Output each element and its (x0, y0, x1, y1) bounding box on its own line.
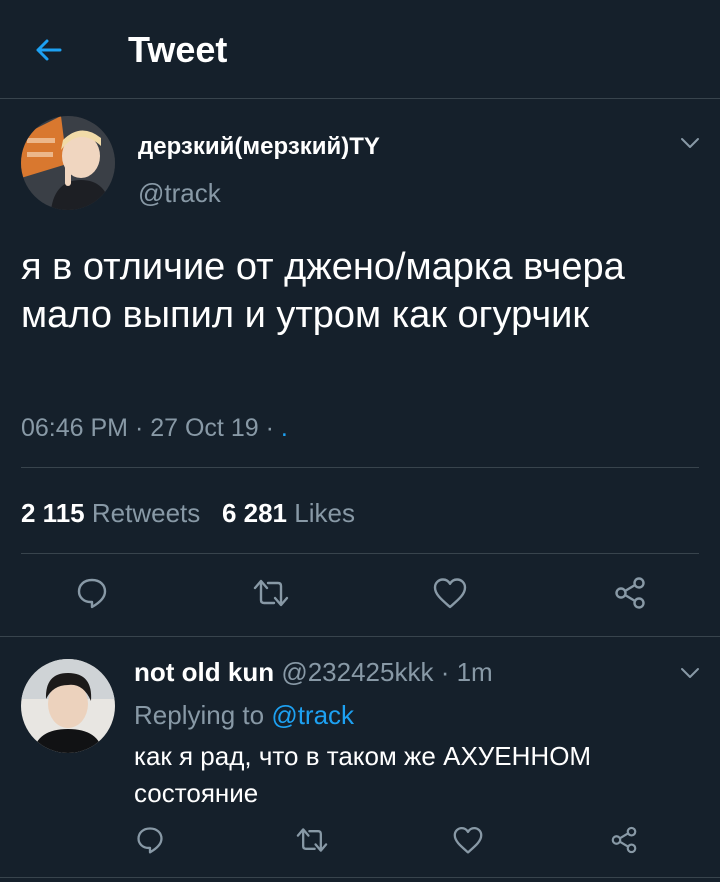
chevron-down-icon (681, 668, 699, 678)
reply-author-photo (21, 659, 115, 753)
comment-icon (137, 827, 163, 854)
meta-separator: · (433, 657, 457, 687)
reply-author-avatar[interactable] (21, 659, 115, 753)
back-button[interactable] (26, 30, 70, 70)
reply-retweet-button[interactable] (293, 822, 331, 858)
reply-like-button[interactable] (450, 822, 486, 858)
replying-to-mention[interactable]: @track (271, 700, 354, 730)
top-bar: Tweet (0, 0, 720, 99)
tweet-source-link[interactable]: . (281, 414, 288, 442)
reply-text: как я рад, что в таком же АХУЕННОМ состо… (134, 741, 592, 808)
divider (21, 553, 699, 554)
author-display-name[interactable]: дерзкий(мерзкий)TY (138, 133, 380, 161)
reply-share-button[interactable] (606, 822, 642, 858)
reply-header: not old kun @232425kkk · 1m (134, 657, 493, 688)
comment-icon (77, 578, 107, 609)
chevron-down-icon (681, 138, 699, 148)
divider (0, 877, 720, 878)
retweet-icon (296, 828, 328, 852)
retweets-label: Retweets (91, 498, 201, 528)
replying-to-prefix: Replying to (134, 700, 272, 730)
heart-icon (453, 826, 483, 854)
author-photo (21, 116, 115, 210)
like-button[interactable] (430, 573, 470, 613)
reply-author-display-name[interactable]: not old kun (134, 657, 274, 687)
retweets-count: 2 115 (21, 498, 85, 528)
share-icon (611, 826, 637, 854)
retweets-stat[interactable]: 2 115 Retweets (21, 498, 200, 528)
tweet-date: 27 Oct 19 (150, 414, 259, 442)
reply-time[interactable]: 1m (457, 657, 493, 687)
divider (21, 467, 699, 468)
tweet-metadata: 06:46 PM · 27 Oct 19 · . (21, 414, 288, 443)
reply-reply-button[interactable] (132, 822, 168, 858)
tweet-time: 06:46 PM (21, 414, 129, 442)
likes-count: 6 281 (221, 498, 288, 528)
arrow-left-icon (36, 39, 62, 61)
reply-button[interactable] (72, 573, 112, 613)
author-avatar[interactable] (21, 116, 115, 210)
share-button[interactable] (610, 573, 650, 613)
divider (0, 636, 720, 637)
share-icon (615, 577, 645, 609)
tweet-stats: 2 115 Retweets 6 281 Likes (21, 498, 355, 529)
tweet-text: я в отличие от джено/марка вчера мало вы… (21, 246, 625, 336)
likes-label: Likes (294, 498, 355, 528)
tweet-options-button[interactable] (676, 133, 704, 153)
reply-author-handle[interactable]: @232425kkk (281, 657, 433, 687)
heart-icon (433, 578, 467, 609)
retweet-icon (253, 579, 289, 607)
meta-separator: · (128, 414, 151, 442)
author-handle[interactable]: @track (138, 178, 221, 209)
reply-options-button[interactable] (676, 663, 704, 683)
meta-separator: · (258, 414, 281, 442)
replying-to-line: Replying to @track (134, 700, 354, 731)
retweet-button[interactable] (250, 573, 292, 613)
page-title: Tweet (128, 29, 228, 70)
likes-stat[interactable]: 6 281 Likes (222, 498, 355, 528)
